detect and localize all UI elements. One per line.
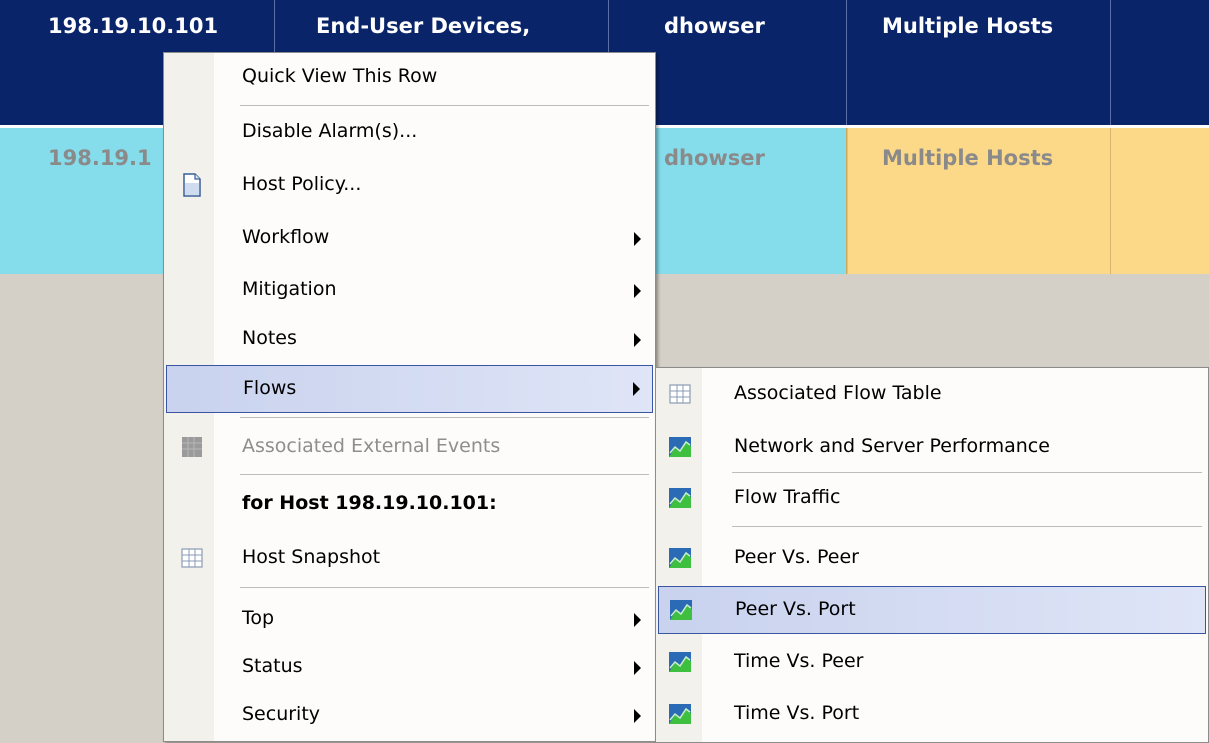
chart-icon <box>668 486 692 510</box>
submenu-item-associated-flow-table[interactable]: Associated Flow Table <box>658 370 1206 420</box>
cell-hosts: Multiple Hosts <box>882 146 1054 170</box>
table-grid-icon <box>180 546 204 570</box>
menu-item-security[interactable]: Security <box>166 691 653 741</box>
menu-item-label: Flow Traffic <box>734 486 841 508</box>
menu-item-label: Peer Vs. Port <box>735 598 856 620</box>
external-events-icon <box>180 435 204 459</box>
menu-item-label: Time Vs. Port <box>734 702 860 724</box>
submenu-item-peer-vs-port[interactable]: Peer Vs. Port <box>658 586 1206 634</box>
menu-separator <box>240 587 649 588</box>
cell-category: End-User Devices, <box>316 14 531 38</box>
menu-item-label: Top <box>242 607 275 629</box>
menu-item-label: Associated External Events <box>242 435 501 457</box>
menu-item-host-policy[interactable]: Host Policy... <box>166 161 653 211</box>
submenu-item-peer-vs-peer[interactable]: Peer Vs. Peer <box>658 534 1206 584</box>
menu-item-workflow[interactable]: Workflow <box>166 214 653 264</box>
menu-item-associated-external-events[interactable]: Associated External Events <box>166 423 653 473</box>
cell-hosts: Multiple Hosts <box>882 14 1054 38</box>
menu-item-label: Status <box>242 655 303 677</box>
menu-separator <box>240 417 649 418</box>
menu-item-label: Flows <box>243 377 297 399</box>
chart-icon <box>668 650 692 674</box>
submenu-arrow-icon <box>634 284 641 298</box>
menu-item-label: Disable Alarm(s)... <box>242 120 418 142</box>
chart-icon <box>668 546 692 570</box>
submenu-arrow-icon <box>633 382 640 396</box>
chart-icon <box>668 435 692 459</box>
submenu-arrow-icon <box>634 661 641 675</box>
menu-item-label: Host Snapshot <box>242 546 381 568</box>
menu-heading-for-host: for Host 198.19.10.101: <box>166 480 653 530</box>
menu-item-label: Peer Vs. Peer <box>734 546 859 568</box>
menu-separator <box>732 526 1202 527</box>
document-icon <box>180 173 204 197</box>
submenu-item-network-server-performance[interactable]: Network and Server Performance <box>658 423 1206 473</box>
menu-item-label: Network and Server Performance <box>734 435 1050 457</box>
menu-separator <box>240 474 649 475</box>
menu-item-host-snapshot[interactable]: Host Snapshot <box>166 534 653 584</box>
menu-item-top[interactable]: Top <box>166 595 653 645</box>
menu-item-label: Notes <box>242 327 297 349</box>
cell-ip: 198.19.1 <box>48 146 152 170</box>
column-divider <box>1110 0 1111 125</box>
menu-item-status[interactable]: Status <box>166 643 653 693</box>
menu-item-label: Associated Flow Table <box>734 382 942 404</box>
menu-item-label: Host Policy... <box>242 173 362 195</box>
menu-heading-label: for Host 198.19.10.101: <box>242 492 497 514</box>
flows-submenu: Associated Flow Table Network and Server… <box>655 367 1209 743</box>
cell-ip: 198.19.10.101 <box>48 14 219 38</box>
submenu-item-time-vs-peer[interactable]: Time Vs. Peer <box>658 638 1206 688</box>
submenu-arrow-icon <box>634 232 641 246</box>
column-divider <box>846 0 847 125</box>
context-menu: Quick View This Row Disable Alarm(s)... … <box>163 52 656 742</box>
menu-item-flows[interactable]: Flows <box>166 365 653 413</box>
menu-item-label: Time Vs. Peer <box>734 650 864 672</box>
submenu-arrow-icon <box>634 333 641 347</box>
cell-user: dhowser <box>664 146 765 170</box>
column-divider <box>1110 128 1111 274</box>
menu-item-disable-alarms[interactable]: Disable Alarm(s)... <box>166 108 653 158</box>
submenu-item-time-vs-port[interactable]: Time Vs. Port <box>658 690 1206 740</box>
menu-item-label: Workflow <box>242 226 330 248</box>
chart-icon <box>668 702 692 726</box>
chart-icon <box>669 598 693 622</box>
column-divider <box>846 128 847 274</box>
menu-item-notes[interactable]: Notes <box>166 315 653 365</box>
menu-separator <box>240 105 649 106</box>
menu-item-mitigation[interactable]: Mitigation <box>166 266 653 316</box>
cell-user: dhowser <box>664 14 765 38</box>
menu-separator <box>732 472 1202 473</box>
menu-item-quick-view[interactable]: Quick View This Row <box>166 53 653 103</box>
submenu-item-flow-traffic[interactable]: Flow Traffic <box>658 474 1206 524</box>
menu-item-label: Security <box>242 703 321 725</box>
menu-item-label: Quick View This Row <box>242 65 438 87</box>
menu-item-label: Mitigation <box>242 278 337 300</box>
submenu-arrow-icon <box>634 613 641 627</box>
table-grid-icon <box>668 382 692 406</box>
submenu-arrow-icon <box>634 709 641 723</box>
